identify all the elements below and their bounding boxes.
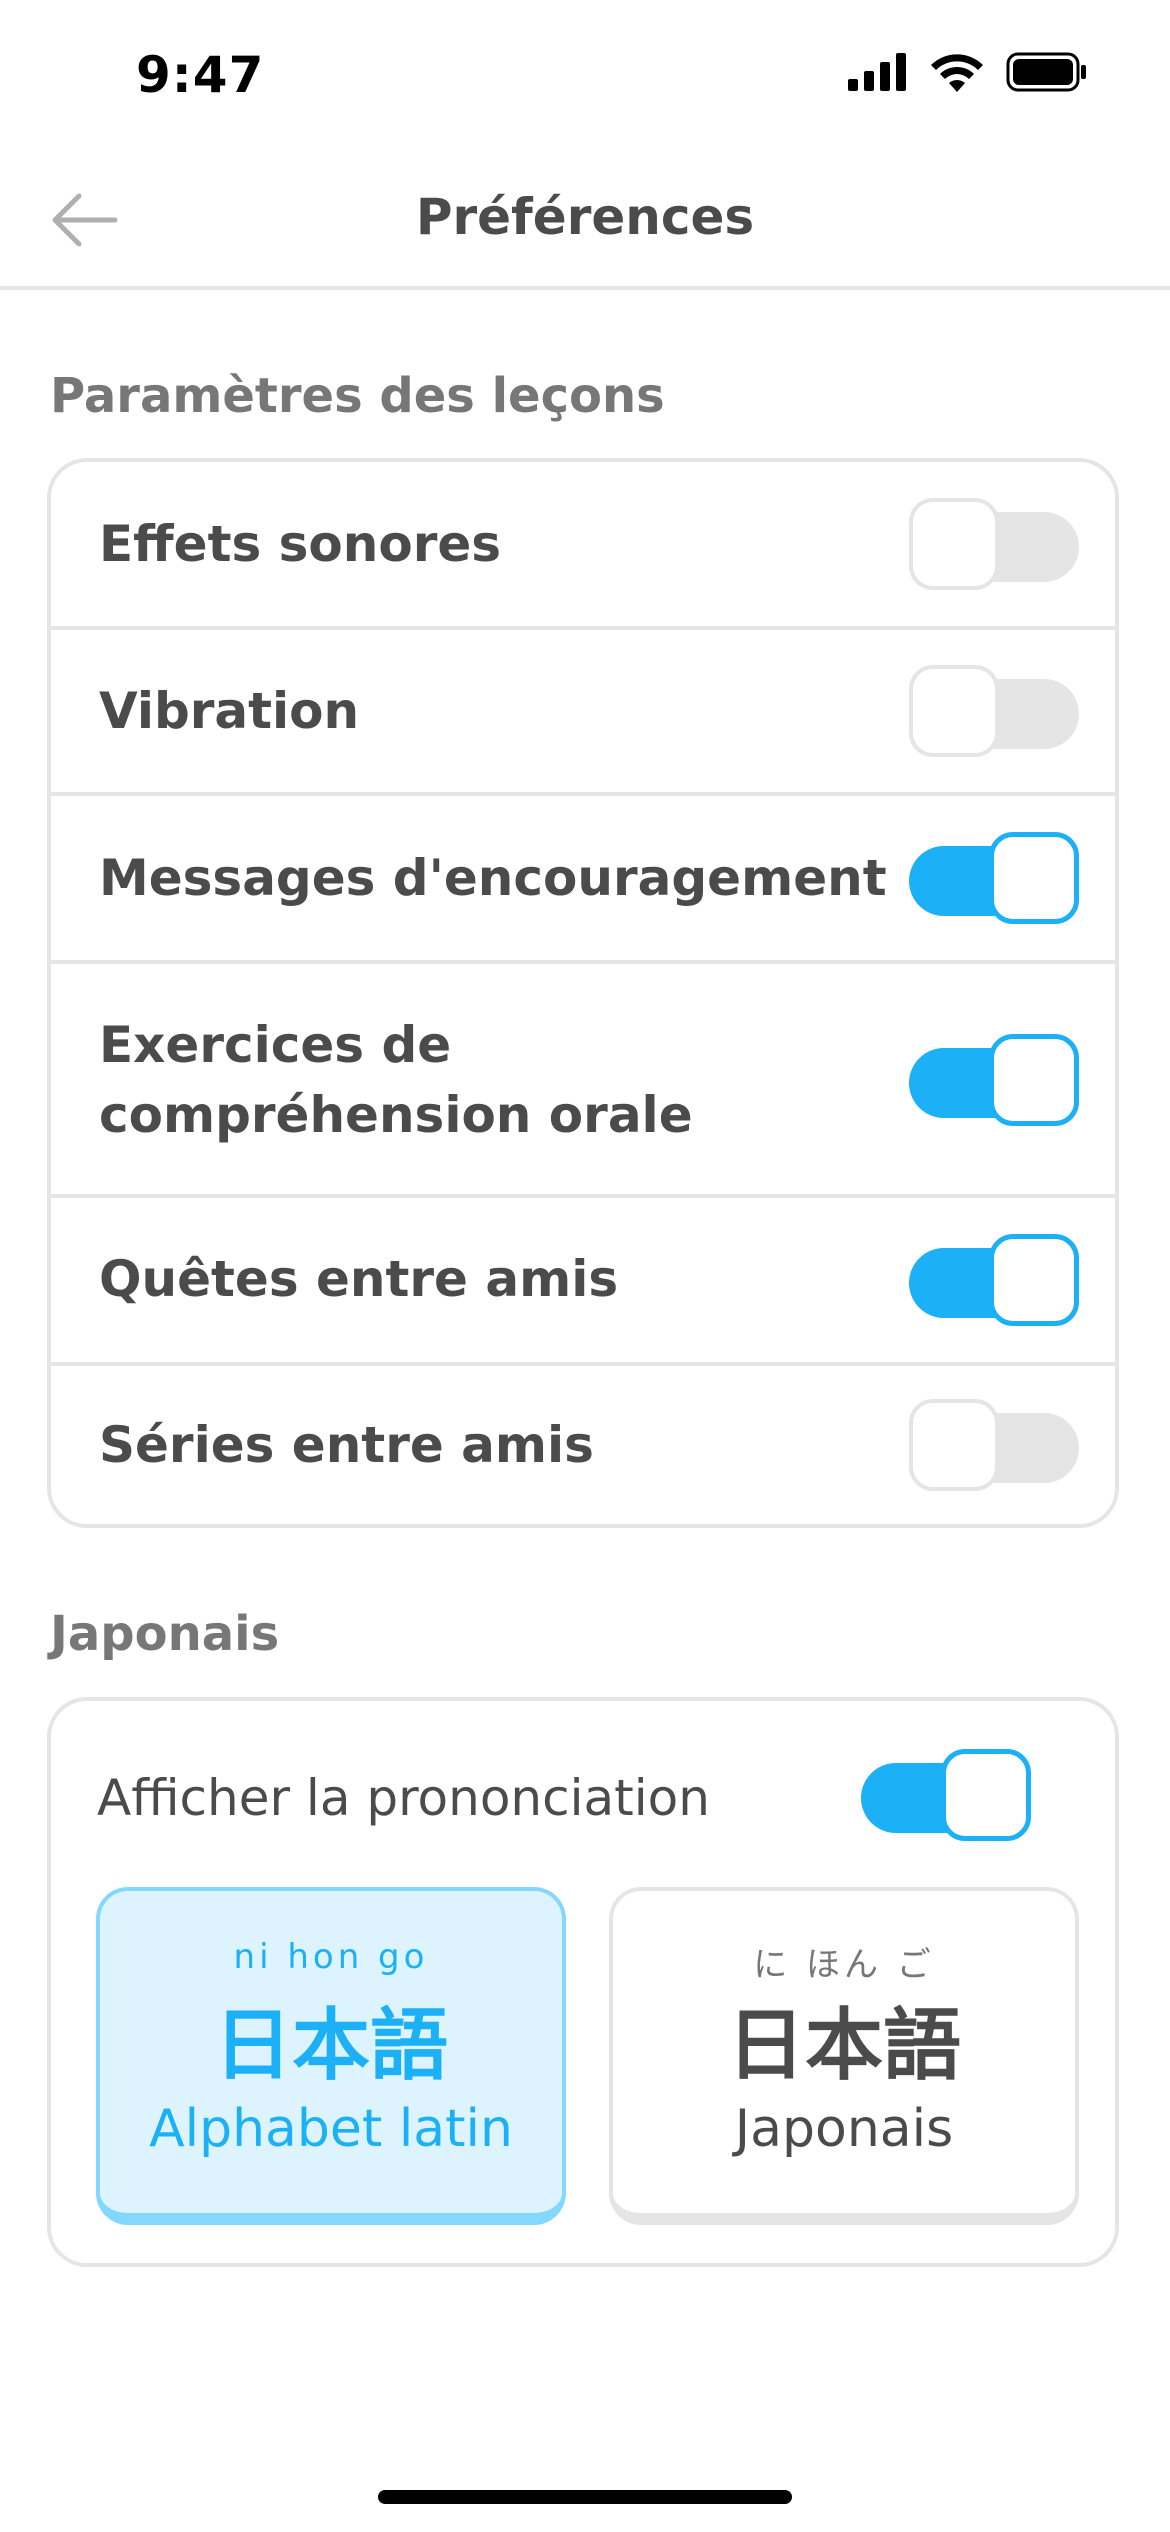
japanese-section-title: Japonais: [50, 1606, 280, 1662]
sound-effects-toggle[interactable]: [909, 498, 1079, 594]
japanese-settings-card: Afficher la prononciation ni hon go 日本語 …: [47, 1697, 1119, 2267]
friends-streaks-toggle[interactable]: [909, 1399, 1079, 1495]
status-time: 9:47: [136, 46, 265, 104]
setting-label-line2: compréhension orale: [99, 1086, 693, 1144]
battery-icon: [1006, 52, 1086, 92]
page-title: Préférences: [415, 188, 755, 246]
lesson-settings-card: Effets sonores Vibration Messages d'enco…: [47, 458, 1119, 1528]
kanji-text: 日本語: [213, 2001, 448, 2091]
header: Préférences: [0, 150, 1170, 290]
setting-row-encouragement: Messages d'encouragement: [51, 796, 1115, 964]
setting-row-sound-effects: Effets sonores: [51, 462, 1115, 630]
vibration-toggle[interactable]: [909, 665, 1079, 761]
option-label: Japonais: [734, 2099, 954, 2159]
encouragement-toggle[interactable]: [909, 832, 1079, 928]
home-indicator: [378, 2490, 792, 2504]
show-pronunciation-label: Afficher la prononciation: [97, 1769, 710, 1827]
setting-row-friends-quests: Quêtes entre amis: [51, 1198, 1115, 1366]
setting-label: Effets sonores: [99, 515, 502, 573]
setting-label: Quêtes entre amis: [99, 1250, 619, 1308]
kanji-text: 日本語: [726, 2001, 961, 2091]
setting-label: Vibration: [99, 682, 360, 740]
setting-row-friends-streaks: Séries entre amis: [51, 1366, 1115, 1524]
setting-row-listening-exercises: Exercices de compréhension orale: [51, 964, 1115, 1198]
show-pronunciation-toggle[interactable]: [861, 1749, 1031, 1845]
friends-quests-toggle[interactable]: [909, 1234, 1079, 1330]
setting-label: Séries entre amis: [99, 1416, 594, 1474]
status-bar: 9:47: [0, 0, 1170, 150]
wifi-icon: [931, 54, 983, 92]
setting-label: Messages d'encouragement: [99, 849, 887, 907]
romaji-reading: ni hon go: [233, 1937, 429, 1977]
option-label: Alphabet latin: [149, 2099, 513, 2159]
romaji-option-card[interactable]: ni hon go 日本語 Alphabet latin: [96, 1887, 566, 2225]
japanese-script-option-card[interactable]: に ほん ご 日本語 Japonais: [609, 1887, 1079, 2225]
cellular-signal-icon: [848, 53, 906, 91]
hiragana-reading: に ほん ご: [753, 1945, 935, 1985]
setting-label-line1: Exercices de: [99, 1016, 452, 1074]
lesson-settings-title: Paramètres des leçons: [50, 368, 665, 424]
setting-row-vibration: Vibration: [51, 630, 1115, 796]
status-icons: [848, 52, 1088, 92]
listening-exercises-toggle[interactable]: [909, 1034, 1079, 1130]
